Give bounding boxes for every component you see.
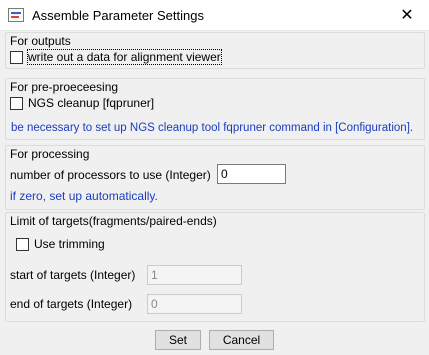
set-button[interactable]: Set (155, 330, 201, 350)
ngs-note: be necessary to set up NGS cleanup tool … (11, 122, 414, 134)
app-icon (8, 8, 24, 22)
title-bar: Assemble Parameter Settings ✕ (0, 0, 429, 31)
start-targets-label: start of targets (Integer) (10, 268, 136, 282)
write-alignment-checkbox[interactable] (10, 50, 23, 64)
ngs-cleanup-label[interactable]: NGS cleanup [fqpruner] (28, 96, 154, 110)
ngs-cleanup-checkbox-row[interactable]: NGS cleanup [fqpruner] (10, 96, 154, 110)
use-trimming-checkbox[interactable] (16, 237, 29, 251)
end-targets-label: end of targets (Integer) (10, 297, 133, 311)
processors-input[interactable]: 0 (217, 164, 286, 184)
write-alignment-checkbox-row[interactable]: write out a data for alignment viewer (10, 49, 222, 65)
preprocessing-group-label: For pre-proeceesing (10, 80, 119, 94)
targets-group: Limit of targets(fragments/paired-ends) … (5, 212, 425, 322)
processors-label: number of processors to use (Integer) (10, 168, 211, 182)
use-trimming-label[interactable]: Use trimming (34, 237, 105, 251)
processors-note: if zero, set up automatically. (10, 189, 158, 203)
write-alignment-label[interactable]: write out a data for alignment viewer (27, 49, 222, 65)
outputs-group-label: For outputs (10, 34, 71, 48)
processing-group: For processing number of processors to u… (5, 145, 425, 210)
processing-group-label: For processing (10, 147, 90, 161)
outputs-group: For outputs write out a data for alignme… (5, 32, 425, 69)
close-icon[interactable]: ✕ (385, 0, 429, 30)
window-title: Assemble Parameter Settings (32, 8, 204, 23)
ngs-cleanup-checkbox[interactable] (10, 96, 23, 110)
start-targets-input[interactable]: 1 (147, 265, 242, 285)
cancel-button[interactable]: Cancel (209, 330, 274, 350)
targets-group-label: Limit of targets(fragments/paired-ends) (10, 214, 217, 228)
end-targets-input[interactable]: 0 (147, 294, 242, 314)
preprocessing-group: For pre-proeceesing NGS cleanup [fqprune… (5, 78, 425, 140)
use-trimming-checkbox-row[interactable]: Use trimming (16, 237, 105, 251)
